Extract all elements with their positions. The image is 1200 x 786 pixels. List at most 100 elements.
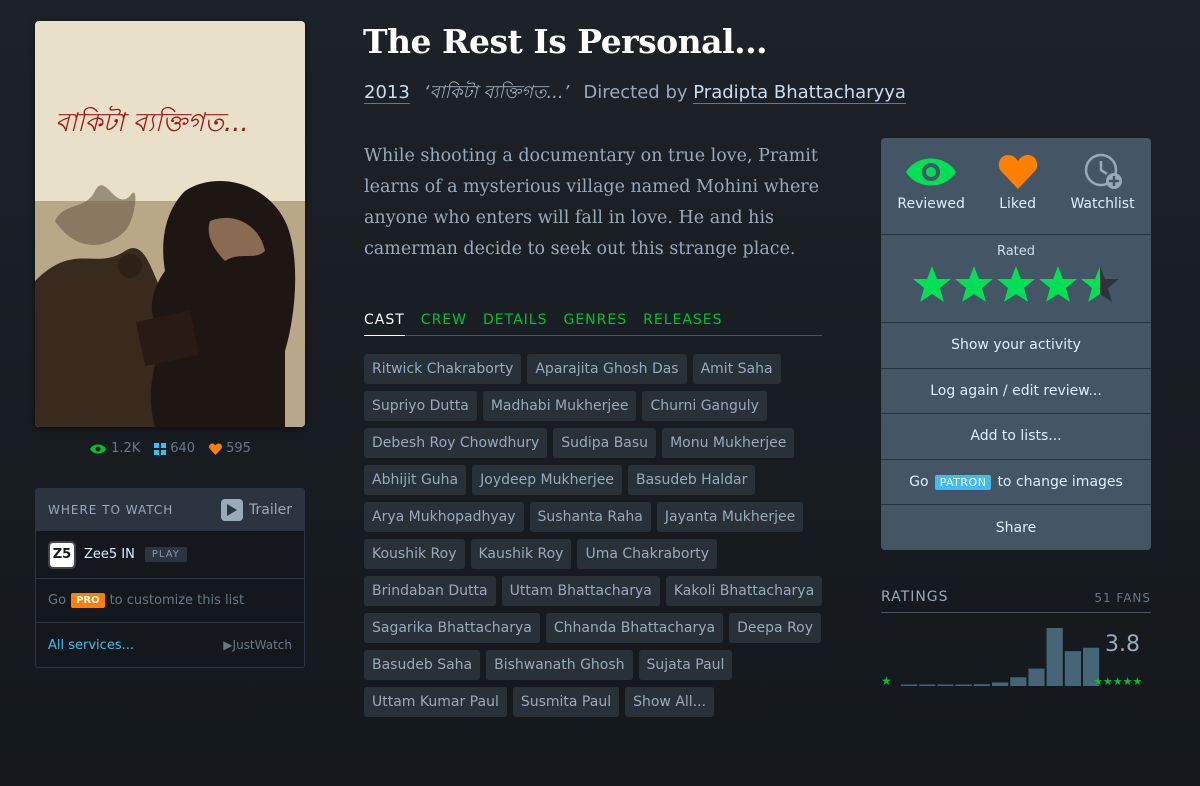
cast-member[interactable]: Uttam Bhattacharya xyxy=(501,576,660,606)
watchlist-label: Watchlist xyxy=(1070,196,1135,212)
histogram-bar[interactable] xyxy=(1028,668,1045,686)
likes-stat[interactable]: 595 xyxy=(209,441,251,456)
change-images-prefix: Go xyxy=(909,474,929,491)
histogram-bar[interactable] xyxy=(937,684,954,687)
year-link[interactable]: 2013 xyxy=(364,82,410,104)
trailer-label: Trailer xyxy=(249,502,292,518)
grid-icon xyxy=(154,442,167,455)
cast-member[interactable]: Sagarika Bhattacharya xyxy=(364,613,540,643)
justwatch-icon: ▶ xyxy=(223,638,233,652)
tab-crew[interactable]: CREW xyxy=(421,312,467,335)
cast-member[interactable]: Amit Saha xyxy=(692,354,781,384)
poster-title-art: বাকিটা ব্যক্তিগত... xyxy=(55,105,249,138)
cast-member[interactable]: Madhabi Mukherjee xyxy=(482,391,637,421)
tab-details[interactable]: DETAILS xyxy=(483,312,547,335)
all-services-link[interactable]: All services... xyxy=(48,638,134,653)
cast-member[interactable]: Koushik Roy xyxy=(364,539,465,569)
cast-list: Ritwick Chakraborty Aparajita Ghosh Das Am… xyxy=(364,354,824,717)
cast-member[interactable]: Debesh Roy Chowdhury xyxy=(364,428,548,458)
rating-stars[interactable] xyxy=(881,265,1151,303)
cast-member[interactable]: Chhanda Bhattacharya xyxy=(545,613,724,643)
histogram-bar[interactable] xyxy=(1010,677,1027,686)
cast-member[interactable]: Joydeep Mukherjee xyxy=(472,465,622,495)
cast-member[interactable]: Bishwanath Ghosh xyxy=(486,650,633,680)
cast-member[interactable]: Brindaban Dutta xyxy=(364,576,496,606)
add-to-lists-button[interactable]: Add to lists... xyxy=(881,413,1151,459)
director-link[interactable]: Pradipta Bhattacharyya xyxy=(693,82,906,104)
cast-member[interactable]: Abhijit Guha xyxy=(364,465,467,495)
justwatch-link[interactable]: ▶JustWatch xyxy=(223,638,292,652)
cast-member[interactable]: Sushanta Raha xyxy=(529,502,651,532)
where-to-watch: WHERE TO WATCH Trailer Z5 Zee5 IN PLAY G… xyxy=(35,488,305,668)
pro-badge[interactable]: PRO xyxy=(71,593,105,608)
min-star-icon: ★ xyxy=(881,674,892,688)
service-name: Zee5 IN xyxy=(84,547,135,562)
histogram-bar[interactable] xyxy=(973,684,990,686)
synopsis: While shooting a documentary on true lov… xyxy=(364,146,820,259)
service-row[interactable]: Z5 Zee5 IN PLAY xyxy=(36,531,304,579)
reviewed-button[interactable]: Reviewed xyxy=(897,154,965,234)
cast-member[interactable]: Sudipa Basu xyxy=(553,428,657,458)
show-all-button[interactable]: Show All... xyxy=(625,687,715,717)
change-images-row[interactable]: Go PATRON to change images xyxy=(881,458,1151,505)
cast-member[interactable]: Basudeb Saha xyxy=(364,650,481,680)
show-activity-button[interactable]: Show your activity xyxy=(881,322,1151,368)
ratings-heading: RATINGS xyxy=(881,589,949,605)
cast-member[interactable]: Monu Mukherjee xyxy=(662,428,795,458)
liked-button[interactable]: Liked xyxy=(998,154,1038,234)
histogram-bars xyxy=(901,628,1100,687)
heart-icon xyxy=(209,443,222,455)
watch-header: WHERE TO WATCH Trailer xyxy=(36,489,304,531)
patron-badge[interactable]: PATRON xyxy=(934,474,992,490)
histogram-bar[interactable] xyxy=(1046,628,1063,686)
lists-stat[interactable]: 640 xyxy=(154,441,195,456)
eye-icon xyxy=(90,444,107,453)
original-title: ‘বাকিটা ব্যক্তিগত...’ xyxy=(423,82,570,103)
poster-stats: 1.2K 640 595 xyxy=(35,441,305,456)
rating-star-icon xyxy=(997,266,1035,302)
histogram-bar[interactable] xyxy=(955,684,972,687)
directed-by-label: Directed by xyxy=(583,82,688,103)
watched-stat[interactable]: 1.2K xyxy=(89,441,140,456)
cast-member[interactable]: Susmita Paul xyxy=(512,687,620,717)
log-again-button[interactable]: Log again / edit review... xyxy=(881,367,1151,414)
film-meta: 2013 ‘বাকিটা ব্যক্তিগত...’ Directed by P… xyxy=(364,78,906,109)
tab-releases[interactable]: RELEASES xyxy=(643,312,722,335)
cast-member[interactable]: Aparajita Ghosh Das xyxy=(527,354,687,384)
cast-member[interactable]: Basudeb Haldar xyxy=(627,465,756,495)
cast-member[interactable]: Kakoli Bhattacharya xyxy=(665,576,823,606)
watchlist-button[interactable]: Watchlist xyxy=(1070,153,1135,234)
details-tabs: CAST CREW DETAILS GENRES RELEASES xyxy=(364,312,822,336)
services-row: All services... ▶JustWatch xyxy=(36,623,304,667)
film-poster[interactable]: বাকিটা ব্যক্তিগত... xyxy=(35,21,305,427)
cast-member[interactable]: Uma Chakraborty xyxy=(577,539,718,569)
cast-member[interactable]: Sujata Paul xyxy=(638,650,733,680)
histogram-bar[interactable] xyxy=(919,684,936,687)
cast-member[interactable]: Uttam Kumar Paul xyxy=(364,687,507,717)
cast-member[interactable]: Supriyo Dutta xyxy=(364,391,477,421)
justwatch-label: JustWatch xyxy=(232,638,292,652)
cast-member[interactable]: Ritwick Chakraborty xyxy=(364,354,522,384)
fans-link[interactable]: 51 FANS xyxy=(1094,589,1151,612)
cast-member[interactable]: Jayanta Mukherjee xyxy=(656,502,804,532)
reviewed-label: Reviewed xyxy=(897,196,965,212)
poster-art: বাকিটা ব্যক্তিগত... xyxy=(35,21,305,427)
cast-member[interactable]: Kaushik Roy xyxy=(470,539,572,569)
tab-cast[interactable]: CAST xyxy=(364,312,405,336)
pro-suffix: to customize this list xyxy=(109,593,245,608)
share-button[interactable]: Share xyxy=(881,504,1151,550)
trailer-link[interactable]: Trailer xyxy=(221,499,292,521)
histogram-bar[interactable] xyxy=(992,682,1009,686)
cast-member[interactable]: Churni Ganguly xyxy=(642,391,767,421)
cast-member[interactable]: Deepa Roy xyxy=(729,613,822,643)
max-stars-icon: ★★★★★ xyxy=(1093,675,1142,688)
clock-plus-icon xyxy=(1084,153,1122,189)
watched-count: 1.2K xyxy=(111,441,141,456)
eye-icon xyxy=(906,158,957,186)
average-rating[interactable]: 3.8 xyxy=(1105,632,1140,657)
rated-label: Rated xyxy=(996,244,1036,259)
tab-genres[interactable]: GENRES xyxy=(563,312,627,335)
histogram-bar[interactable] xyxy=(901,684,918,687)
histogram-bar[interactable] xyxy=(1064,651,1081,686)
cast-member[interactable]: Arya Mukhopadhyay xyxy=(364,502,524,532)
